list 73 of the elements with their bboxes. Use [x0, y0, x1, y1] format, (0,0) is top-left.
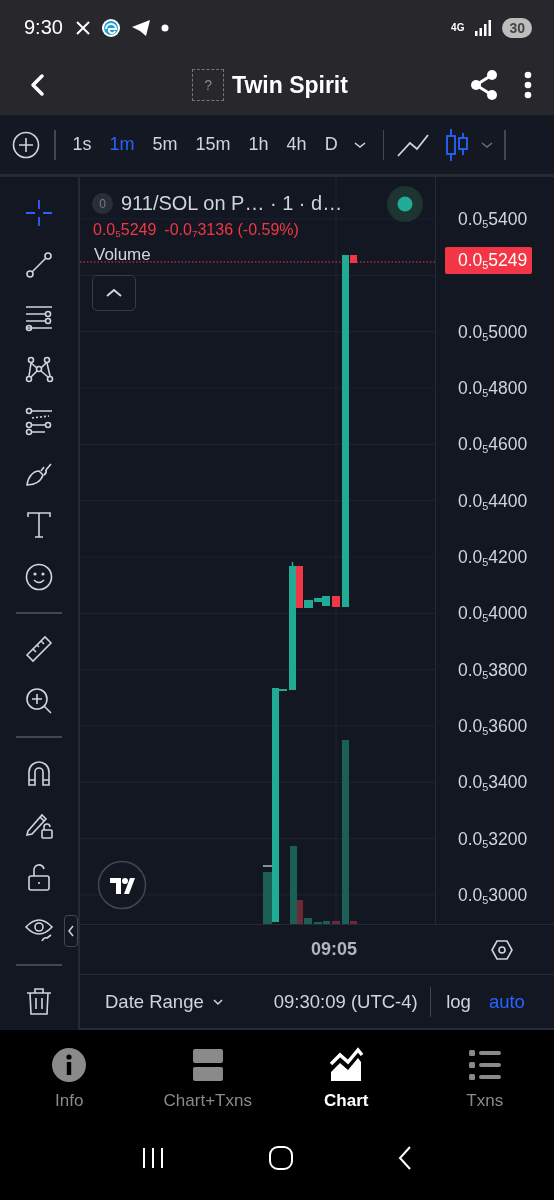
- nav-tab[interactable]: Chart: [277, 1030, 416, 1130]
- price-label: 0.0$_{5}$3400: [457, 771, 529, 795]
- logo-icon[interactable]: [97, 860, 147, 910]
- nav-tab[interactable]: Chart+Txns: [138, 1030, 277, 1130]
- chevron-up-icon: [105, 288, 123, 298]
- more-icon[interactable]: [524, 71, 532, 99]
- volume-bar: [332, 921, 340, 924]
- date-range-dropdown[interactable]: Date Range: [100, 986, 229, 1017]
- collapse-handle[interactable]: [64, 915, 78, 947]
- battery-indicator: 30: [502, 17, 532, 38]
- clock-time: 09:30:09 (UTC-4): [273, 990, 418, 1013]
- chevron-down-icon: [211, 997, 224, 1006]
- price-label: 0.0$_{5}$4800: [457, 377, 529, 401]
- price-label: 0.0$_{5}$4000: [457, 602, 529, 626]
- text-icon[interactable]: [24, 510, 54, 540]
- timeframe-tab[interactable]: 4h: [277, 128, 316, 161]
- back-icon[interactable]: [396, 1145, 413, 1171]
- candles-icon[interactable]: [444, 127, 471, 162]
- time-axis-label: 09:05: [311, 939, 358, 960]
- crosshair-icon[interactable]: [24, 198, 54, 228]
- indicator-label[interactable]: Volume: [92, 245, 343, 265]
- timeframe-tab[interactable]: 1h: [239, 128, 278, 161]
- price-label: 0.0$_{5}$3200: [457, 827, 529, 852]
- network-type: 4G: [451, 22, 465, 33]
- collapse-button[interactable]: [92, 275, 136, 311]
- clock-time: 9:30: [24, 16, 63, 39]
- trend-line-icon[interactable]: [24, 250, 54, 280]
- price-change: -0.0$_{7}$3136 (-0.59%): [164, 221, 299, 239]
- signal-icon: [474, 19, 493, 36]
- scale-toggle[interactable]: log: [441, 986, 476, 1017]
- ruler-icon[interactable]: [24, 634, 54, 664]
- current-price-tag: 0.0$_{5}$5249: [445, 247, 533, 275]
- fib-icon[interactable]: [24, 406, 54, 436]
- price-label: 0.0$_{5}$4600: [457, 433, 529, 457]
- price-label: 0.0$_{5}$3600: [457, 714, 529, 739]
- price-label: 0.0$_{5}$5000: [457, 320, 529, 345]
- legend-badge: 0: [92, 193, 113, 214]
- timeframe-tab[interactable]: D: [315, 128, 347, 161]
- send-icon: [130, 18, 151, 37]
- share-icon[interactable]: [470, 70, 498, 100]
- chart-icon: [328, 1047, 365, 1083]
- recent-apps-icon[interactable]: [141, 1146, 166, 1170]
- chevron-down-icon[interactable]: [352, 139, 367, 150]
- last-price: 0.0$_{5}$5249: [93, 221, 157, 239]
- question-mark: ?: [204, 77, 212, 93]
- price-label: 0.0$_{5}$4200: [457, 545, 529, 570]
- symbol-title[interactable]: 911/SOL on P… · 1 · d…: [121, 192, 343, 215]
- price-label: 0.0$_{5}$3800: [457, 658, 529, 683]
- home-icon[interactable]: [268, 1145, 294, 1171]
- settings-icon[interactable]: [490, 937, 514, 962]
- list-icon: [466, 1047, 503, 1083]
- pattern-icon[interactable]: [24, 354, 54, 384]
- live-status-icon: [387, 186, 423, 222]
- info-icon: [51, 1047, 88, 1083]
- nav-tab[interactable]: Info: [0, 1030, 139, 1130]
- x-logo-icon: [74, 19, 91, 36]
- price-label: 0.0$_{5}$5400: [457, 208, 529, 232]
- timeframe-tab[interactable]: 15m: [186, 128, 240, 161]
- price-label: 0.0$_{5}$3000: [457, 883, 529, 908]
- browser-icon: [100, 17, 121, 38]
- dot-icon: [160, 23, 169, 32]
- zoom-icon[interactable]: [24, 686, 54, 716]
- timeframe-tab[interactable]: 1s: [63, 128, 101, 161]
- candle: [332, 596, 340, 607]
- emoji-icon[interactable]: [24, 562, 54, 592]
- add-indicator-icon[interactable]: [12, 130, 40, 159]
- timeframe-tab[interactable]: 5m: [143, 128, 187, 161]
- price-label: 0.0$_{5}$4400: [457, 489, 529, 514]
- nav-tab[interactable]: Txns: [415, 1030, 554, 1130]
- scale-toggle[interactable]: auto: [483, 986, 530, 1017]
- trash-icon[interactable]: [24, 986, 54, 1016]
- page-title: Twin Spirit: [232, 71, 348, 99]
- timeframe-tab[interactable]: 1m: [100, 128, 144, 161]
